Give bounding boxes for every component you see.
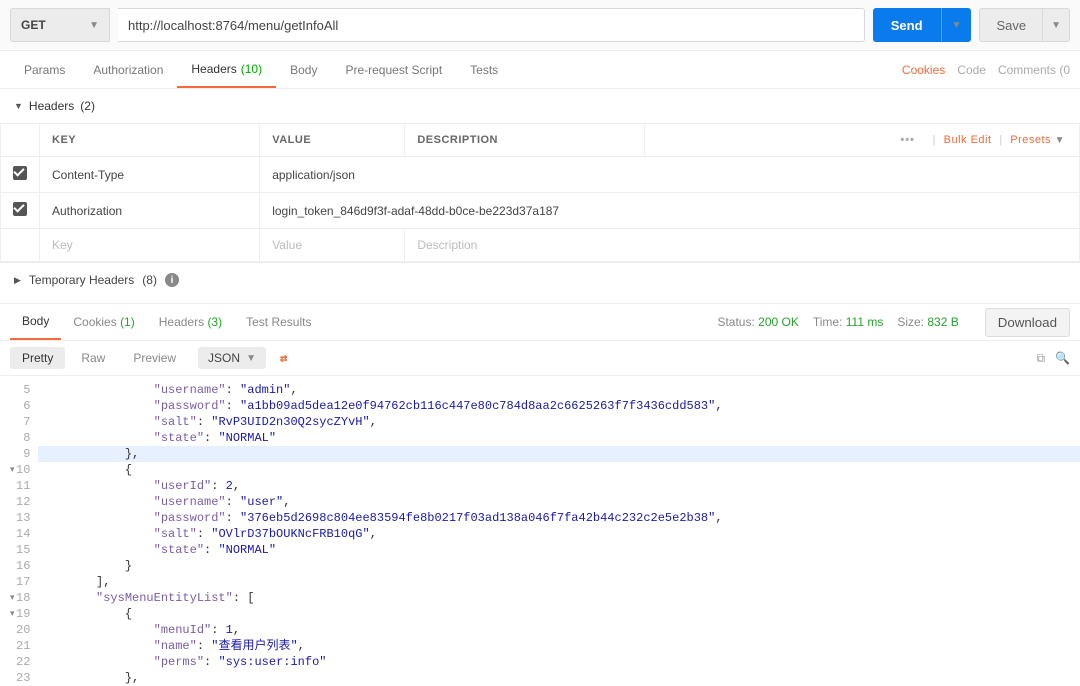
header-key-cell[interactable]: Authorization xyxy=(40,193,260,229)
col-description: DESCRIPTION xyxy=(405,124,645,157)
table-row-new[interactable]: Key Value Description xyxy=(1,229,1080,262)
headers-section-toggle[interactable]: ▼ Headers (2) xyxy=(0,89,1080,123)
tab-headers[interactable]: Headers (10) xyxy=(177,51,276,88)
wrap-lines-icon[interactable]: ⇄ xyxy=(280,351,287,366)
tab-params[interactable]: Params xyxy=(10,51,79,88)
table-row[interactable]: Authorization login_token_846d9f3f-adaf-… xyxy=(1,193,1080,229)
chevron-down-icon: ▼ xyxy=(1051,20,1061,31)
search-icon[interactable]: 🔍 xyxy=(1055,351,1070,366)
resp-tab-cookies[interactable]: Cookies (1) xyxy=(61,304,146,340)
status-label: Status: 200 OK xyxy=(717,315,798,329)
tab-prerequest[interactable]: Pre-request Script xyxy=(331,51,456,88)
bulk-edit-link[interactable]: Bulk Edit xyxy=(944,134,992,146)
tab-body[interactable]: Body xyxy=(276,51,331,88)
http-method-select[interactable]: GET ▼ xyxy=(10,8,110,42)
header-value-cell[interactable]: login_token_846d9f3f-adaf-48dd-b0ce-be22… xyxy=(260,193,1080,229)
header-row-checkbox[interactable] xyxy=(13,166,27,180)
header-row-checkbox[interactable] xyxy=(13,202,27,216)
time-label: Time: 111 ms xyxy=(813,315,883,329)
copy-icon[interactable]: ⧉ xyxy=(1036,351,1045,366)
resp-tab-body[interactable]: Body xyxy=(10,304,61,340)
header-value-input[interactable]: Value xyxy=(260,229,405,262)
col-value: VALUE xyxy=(260,124,405,157)
temp-headers-toggle[interactable]: ▶ Temporary Headers (8) i xyxy=(0,262,1080,297)
headers-table: KEY VALUE DESCRIPTION ••• | Bulk Edit | … xyxy=(0,123,1080,262)
presets-link[interactable]: Presets ▼ xyxy=(1010,134,1065,146)
download-button[interactable]: Download xyxy=(985,308,1070,337)
chevron-down-icon: ▼ xyxy=(952,20,962,31)
chevron-down-icon: ▼ xyxy=(89,20,99,31)
save-button[interactable]: Save xyxy=(979,8,1043,42)
more-icon[interactable]: ••• xyxy=(900,134,915,146)
header-desc-input[interactable]: Description xyxy=(405,229,1080,262)
size-label: Size: 832 B xyxy=(897,315,958,329)
resp-tab-testresults[interactable]: Test Results xyxy=(234,304,323,340)
format-select[interactable]: JSON ▼ xyxy=(198,347,266,369)
chevron-down-icon: ▼ xyxy=(246,353,256,364)
triangle-down-icon: ▼ xyxy=(14,101,23,111)
subtab-preview[interactable]: Preview xyxy=(121,347,188,369)
comments-link[interactable]: Comments (0 xyxy=(998,63,1070,77)
subtab-pretty[interactable]: Pretty xyxy=(10,347,65,369)
triangle-right-icon: ▶ xyxy=(14,275,21,286)
code-link[interactable]: Code xyxy=(957,63,986,77)
info-icon[interactable]: i xyxy=(165,273,179,287)
cookies-link[interactable]: Cookies xyxy=(902,63,945,77)
save-dropdown[interactable]: ▼ xyxy=(1043,8,1070,42)
header-key-input[interactable]: Key xyxy=(40,229,260,262)
send-button[interactable]: Send xyxy=(873,8,941,42)
tab-authorization[interactable]: Authorization xyxy=(79,51,177,88)
send-dropdown[interactable]: ▼ xyxy=(941,8,972,42)
http-method-value: GET xyxy=(21,18,46,32)
subtab-raw[interactable]: Raw xyxy=(69,347,117,369)
response-body[interactable]: 567891011121314151617181920212223 "usern… xyxy=(0,376,1080,686)
tab-tests[interactable]: Tests xyxy=(456,51,512,88)
header-value-cell[interactable]: application/json xyxy=(260,157,1080,193)
resp-tab-headers[interactable]: Headers (3) xyxy=(147,304,234,340)
col-key: KEY xyxy=(40,124,260,157)
header-key-cell[interactable]: Content-Type xyxy=(40,157,260,193)
url-input[interactable]: http://localhost:8764/menu/getInfoAll xyxy=(118,8,865,42)
chevron-down-icon: ▼ xyxy=(1055,135,1065,146)
table-row[interactable]: Content-Type application/json xyxy=(1,157,1080,193)
